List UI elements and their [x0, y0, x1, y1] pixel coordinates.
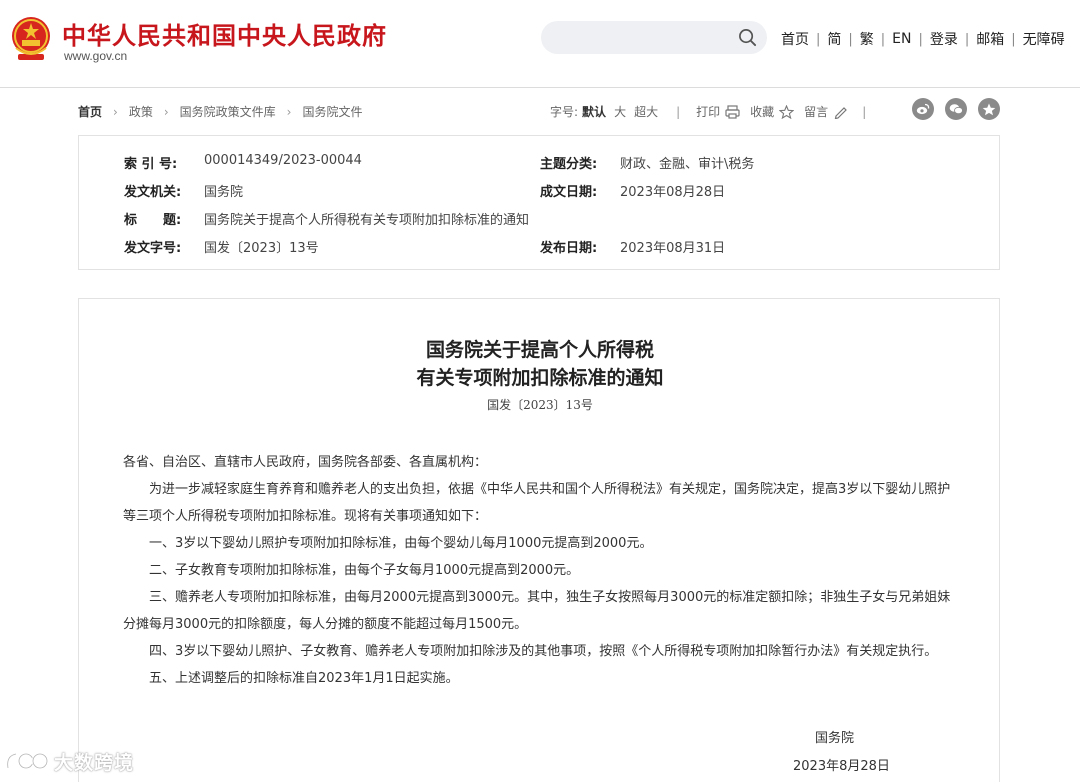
article-paragraph: 四、3岁以下婴幼儿照护、子女教育、赡养老人专项附加扣除涉及的其他事项，按照《个人…	[149, 644, 938, 659]
article-paragraph: 二、子女教育专项附加扣除标准，由每个子女每月1000元提高到2000元。	[149, 563, 580, 578]
breadcrumb: 首页 › 政策 › 国务院政策文件库 › 国务院文件	[78, 103, 363, 120]
print-button[interactable]: 打印	[696, 103, 720, 120]
article-paragraph: 五、上述调整后的扣除标准自2023年1月1日起实施。	[149, 671, 459, 686]
chevron-right-icon: ›	[113, 104, 118, 119]
meta-issuer: 发文机关: 国务院	[124, 181, 243, 200]
document-metadata: 索 引 号: 000014349/2023-00044 主题分类: 财政、金融、…	[78, 135, 1000, 270]
nav-home[interactable]: 首页	[781, 29, 809, 49]
meta-category-label: 主题分类:	[540, 157, 598, 172]
meta-published-date-label: 发布日期:	[540, 241, 598, 256]
star-outline-icon[interactable]	[779, 104, 795, 119]
font-size-large[interactable]: 大	[614, 103, 626, 120]
favorite-button[interactable]: 收藏	[750, 103, 774, 120]
meta-title-label: 标 题:	[124, 213, 182, 228]
watermark-text: 大数跨境	[54, 751, 135, 774]
favorite-share-button[interactable]	[978, 98, 1000, 120]
nav-separator: |	[848, 31, 853, 47]
article-tools: 字号: 默认 大 超大 | 打印 收藏 留言 |	[550, 103, 882, 120]
wechat-share-button[interactable]	[945, 98, 967, 120]
search-input[interactable]	[541, 21, 767, 54]
nav-accessibility[interactable]: 无障碍	[1023, 29, 1065, 49]
article-title-line-2: 有关专项附加扣除标准的通知	[416, 367, 664, 389]
tools-separator: |	[676, 104, 681, 119]
meta-written-date-value: 2023年08月28日	[620, 185, 726, 200]
meta-written-date: 成文日期: 2023年08月28日	[540, 181, 725, 200]
meta-title-value: 国务院关于提高个人所得税有关专项附加扣除标准的通知	[204, 213, 530, 228]
nav-login[interactable]: 登录	[930, 29, 958, 49]
article-doc-number: 国发〔2023〕13号	[487, 398, 593, 412]
chevron-right-icon: ›	[286, 104, 292, 119]
article-paragraph: 一、3岁以下婴幼儿照护专项附加扣除标准，由每个婴幼儿每月1000元提高到2000…	[149, 536, 653, 551]
font-size-default[interactable]: 默认	[582, 103, 606, 120]
article-salutation: 各省、自治区、直辖市人民政府，国务院各部委、各直属机构：	[123, 455, 488, 470]
nav-separator: |	[918, 31, 923, 47]
meta-category-value[interactable]: 财政、金融、审计\税务	[620, 153, 754, 172]
article-title-line-1: 国务院关于提高个人所得税	[425, 339, 654, 361]
article-body: 各省、自治区、直辖市人民政府，国务院各部委、各直属机构： 为进一步减轻家庭生育养…	[123, 449, 957, 692]
article-paragraph: 三、赡养老人专项附加扣除标准，由每月2000元提高到3000元。其中，独生子女按…	[123, 590, 951, 632]
breadcrumb-policy-library[interactable]: 国务院政策文件库	[180, 103, 276, 120]
chevron-right-icon: ›	[163, 104, 169, 119]
tools-separator: |	[862, 104, 867, 119]
meta-category: 主题分类: 财政、金融、审计\税务	[540, 153, 754, 172]
meta-issuer-value: 国务院	[204, 185, 244, 200]
nav-separator: |	[1011, 31, 1016, 47]
wechat-icon	[949, 104, 963, 115]
pencil-icon[interactable]	[833, 105, 848, 119]
nav-english[interactable]: EN	[892, 31, 911, 47]
top-nav: 首页 | 简 | 繁 | EN | 登录 | 邮箱 | 无障碍	[781, 29, 1065, 49]
article-sign-date: 2023年8月28日	[793, 759, 890, 774]
site-header: 中华人民共和国中央人民政府 www.gov.cn 首页 | 简 | 繁 | EN…	[0, 0, 1080, 88]
meta-doc-number: 发文字号: 国发〔2023〕13号	[124, 237, 319, 256]
breadcrumb-home[interactable]: 首页	[78, 103, 102, 120]
font-size-label: 字号:	[550, 105, 579, 119]
meta-issuer-label: 发文机关:	[124, 185, 182, 200]
font-size-xlarge[interactable]: 超大	[634, 103, 658, 120]
site-url[interactable]: www.gov.cn	[64, 49, 127, 63]
article-signer: 国务院	[815, 731, 855, 746]
nav-mail[interactable]: 邮箱	[976, 29, 1004, 49]
watermark-logo-icon	[6, 752, 49, 770]
meta-published-date-value: 2023年08月31日	[620, 241, 726, 256]
article-paragraph: 为进一步减轻家庭生育养育和赡养老人的支出负担，依据《中华人民共和国个人所得税法》…	[123, 482, 951, 524]
national-emblem-icon[interactable]	[8, 14, 54, 62]
breadcrumb-row: 首页 › 政策 › 国务院政策文件库 › 国务院文件 字号: 默认 大 超大 |…	[0, 98, 1080, 124]
nav-separator: |	[880, 31, 886, 47]
meta-written-date-label: 成文日期:	[540, 185, 598, 200]
breadcrumb-state-council-docs[interactable]: 国务院文件	[302, 103, 362, 120]
star-icon	[982, 103, 996, 115]
meta-published-date: 发布日期: 2023年08月31日	[540, 237, 725, 256]
nav-separator: |	[816, 31, 821, 47]
meta-title: 标 题: 国务院关于提高个人所得税有关专项附加扣除标准的通知	[124, 209, 529, 228]
nav-traditional[interactable]: 繁	[860, 29, 874, 49]
meta-index-label: 索 引 号:	[124, 157, 178, 172]
meta-index: 索 引 号: 000014349/2023-00044	[124, 153, 362, 172]
comment-button[interactable]: 留言	[804, 103, 828, 120]
weibo-share-button[interactable]	[912, 98, 934, 120]
site-title[interactable]: 中华人民共和国中央人民政府	[62, 16, 387, 51]
nav-separator: |	[964, 31, 970, 47]
weibo-icon	[916, 103, 930, 115]
meta-doc-number-value: 国发〔2023〕13号	[204, 241, 319, 256]
search-icon[interactable]	[738, 28, 757, 47]
meta-doc-number-label: 发文字号:	[124, 241, 182, 256]
watermark: 大数跨境	[4, 744, 134, 778]
meta-index-value: 000014349/2023-00044	[204, 153, 362, 168]
nav-simplified[interactable]: 简	[827, 29, 841, 49]
share-buttons	[912, 98, 1011, 120]
breadcrumb-policy[interactable]: 政策	[129, 103, 153, 120]
article-title: 国务院关于提高个人所得税 有关专项附加扣除标准的通知	[0, 336, 1080, 392]
printer-icon[interactable]	[725, 104, 740, 119]
